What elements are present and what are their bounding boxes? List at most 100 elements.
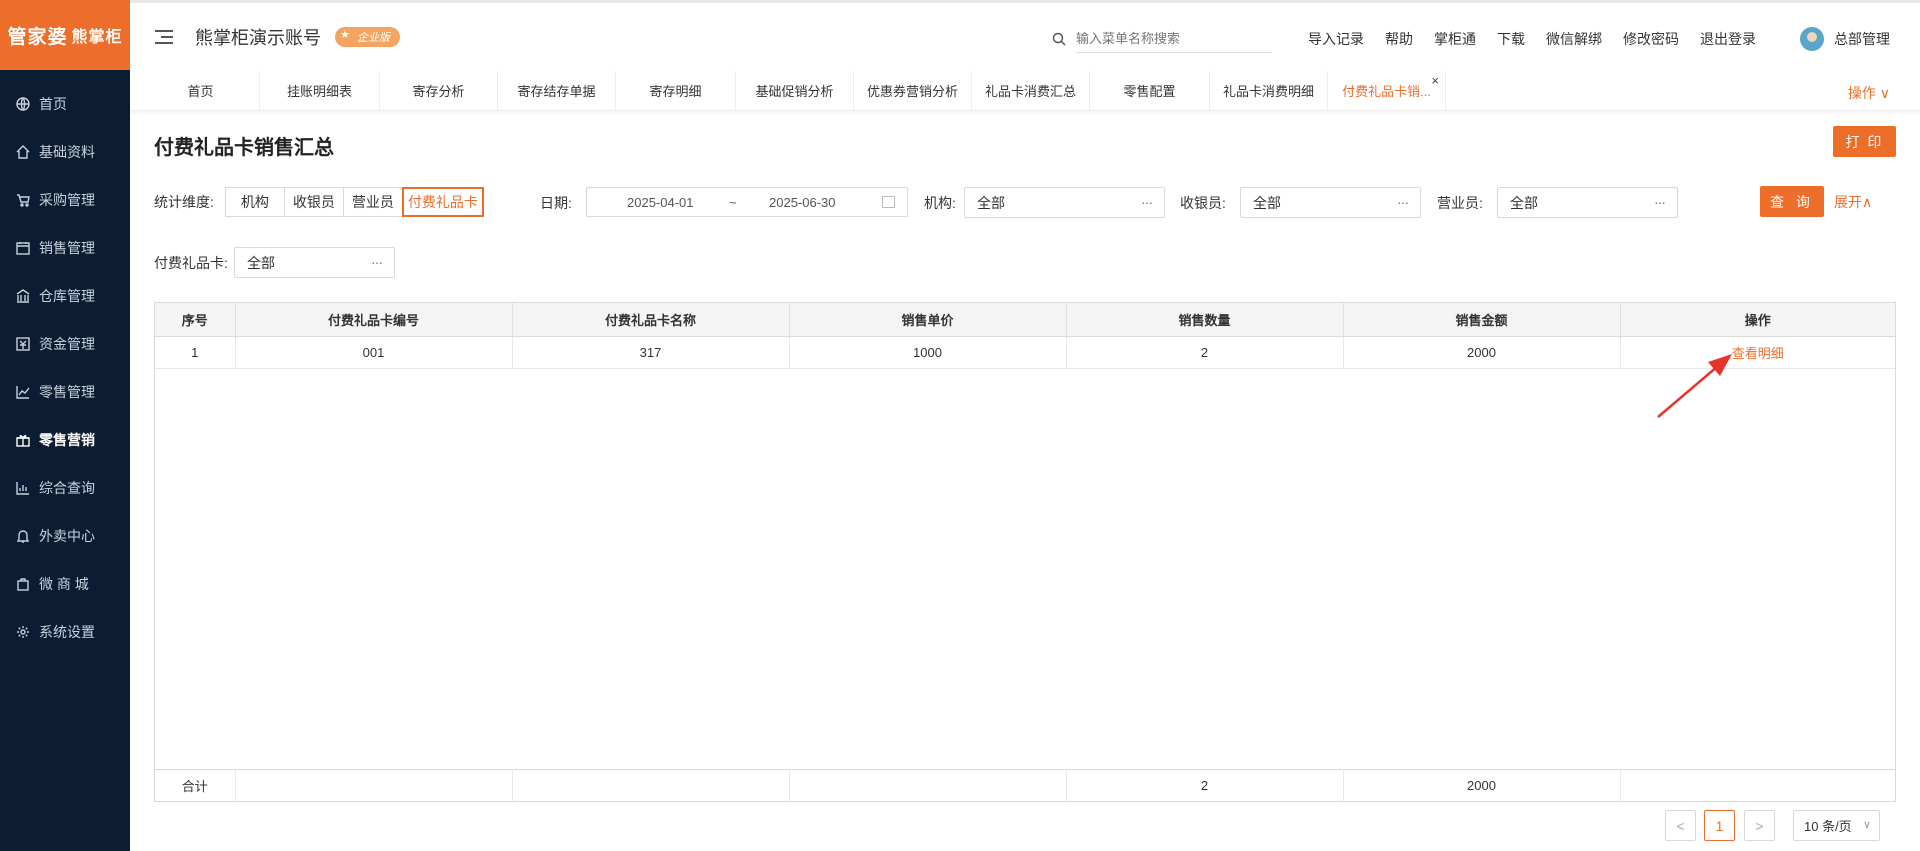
cashier-select[interactable]: 全部 ··· <box>1240 187 1421 218</box>
cell-price: 1000 <box>789 336 1067 369</box>
tab-label: 付费礼品卡销... <box>1342 84 1431 99</box>
gift-icon <box>16 433 30 447</box>
data-table-grid: 序号 付费礼品卡编号 付费礼品卡名称 销售单价 销售数量 销售金额 操作 1 0… <box>155 303 1895 369</box>
logout-link[interactable]: 退出登录 <box>1700 29 1756 49</box>
menu-toggle-icon[interactable] <box>155 29 173 44</box>
page-size-value: 10 条/页 <box>1804 819 1852 834</box>
page-1-button[interactable]: 1 <box>1704 810 1735 841</box>
sidebar-item-home[interactable]: 首页 <box>0 80 130 128</box>
import-records-link[interactable]: 导入记录 <box>1308 29 1364 49</box>
gear-icon <box>16 625 30 639</box>
menu-search-input[interactable] <box>1076 25 1272 53</box>
tab-label: 寄存结存单据 <box>517 84 596 99</box>
sidebar-item-label: 基础资料 <box>39 144 95 160</box>
close-icon[interactable]: × <box>1431 73 1439 88</box>
app-title: 熊掌柜演示账号 <box>195 27 321 48</box>
sidebar-item-funds[interactable]: 资金管理 <box>0 320 130 368</box>
tab-credit-detail[interactable]: 挂账明细表 <box>260 71 380 110</box>
tab-giftcard-consumption-detail[interactable]: 礼品卡消费明细 <box>1210 71 1328 110</box>
sidebar-item-settings[interactable]: 系统设置 <box>0 608 130 656</box>
dimension-segmented-control: 机构 收银员 营业员 付费礼品卡 <box>224 187 484 217</box>
date-range-picker[interactable]: 2025-04-01 ~ 2025-06-30 <box>586 187 908 217</box>
page-title: 付费礼品卡销售汇总 <box>154 137 334 159</box>
table-header-row: 序号 付费礼品卡编号 付费礼品卡名称 销售单价 销售数量 销售金额 操作 <box>155 303 1895 337</box>
sidebar-item-micro-mall[interactable]: 微 商 城 <box>0 560 130 608</box>
sidebar-item-delivery[interactable]: 外卖中心 <box>0 512 130 560</box>
column-header-amount[interactable]: 销售金额 <box>1343 303 1621 337</box>
next-page-button[interactable]: > <box>1744 810 1775 841</box>
dimension-filter: 统计维度: 机构 收银员 营业员 付费礼品卡 <box>154 187 484 217</box>
page-tabs: 首页 挂账明细表 寄存分析 寄存结存单据 寄存明细 基础促销分析 优惠券营销分析… <box>130 71 1920 111</box>
giftcard-select[interactable]: 全部 ··· <box>234 247 395 278</box>
column-header-name[interactable]: 付费礼品卡名称 <box>512 303 790 337</box>
date-end: 2025-06-30 <box>769 194 836 210</box>
logo-sub-text: 熊掌柜 <box>71 29 123 46</box>
tab-deposit-balance[interactable]: 寄存结存单据 <box>498 71 616 110</box>
tab-retail-config[interactable]: 零售配置 <box>1090 71 1210 110</box>
org-select[interactable]: 全部 ··· <box>964 187 1165 218</box>
sidebar-item-purchase[interactable]: 采购管理 <box>0 176 130 224</box>
page-size-select[interactable]: 10 条/页 ∨ <box>1793 810 1880 841</box>
sidebar-item-label: 微 商 城 <box>39 576 89 592</box>
bell-icon <box>16 529 30 543</box>
tab-label: 礼品卡消费汇总 <box>984 84 1076 99</box>
query-button[interactable]: 查 询 <box>1760 186 1824 217</box>
more-dots-icon: ··· <box>371 254 383 270</box>
cell-name: 317 <box>512 336 790 369</box>
sidebar-item-sales[interactable]: 销售管理 <box>0 224 130 272</box>
clerk-select[interactable]: 全部 ··· <box>1497 187 1678 218</box>
expand-toggle[interactable]: 展开∧ <box>1834 192 1872 212</box>
cell-code: 001 <box>235 336 513 369</box>
date-start: 2025-04-01 <box>627 194 694 210</box>
dimension-option-giftcard[interactable]: 付费礼品卡 <box>401 187 484 217</box>
tab-coupon-analysis[interactable]: 优惠券营销分析 <box>854 71 972 110</box>
sidebar-item-retail-marketing[interactable]: 零售营销 <box>0 416 130 464</box>
giftcard-label: 付费礼品卡: <box>154 255 228 271</box>
zhanggui-tong-link[interactable]: 掌柜通 <box>1434 29 1476 49</box>
column-header-code[interactable]: 付费礼品卡编号 <box>235 303 513 337</box>
tab-label: 礼品卡消费明细 <box>1222 84 1314 99</box>
tab-label: 首页 <box>187 84 214 99</box>
sidebar-item-query[interactable]: 综合查询 <box>0 464 130 512</box>
summary-empty-cell <box>235 768 513 801</box>
sidebar-item-label: 综合查询 <box>39 480 95 496</box>
column-header-qty[interactable]: 销售数量 <box>1066 303 1344 337</box>
dimension-option-clerk[interactable]: 营业员 <box>342 187 403 217</box>
sidebar-item-basic-data[interactable]: 基础资料 <box>0 128 130 176</box>
avatar <box>1800 27 1824 51</box>
logo-text: 管家婆 <box>7 26 68 48</box>
change-password-link[interactable]: 修改密码 <box>1623 29 1679 49</box>
dimension-option-org[interactable]: 机构 <box>224 187 285 217</box>
tab-deposit-detail[interactable]: 寄存明细 <box>616 71 736 110</box>
chevron-down-icon: ∨ <box>1862 819 1871 831</box>
summary-row-table: 合计 2 2000 <box>155 768 1895 801</box>
search-icon <box>1052 32 1066 46</box>
tab-home[interactable]: 首页 <box>142 71 260 110</box>
more-dots-icon: ··· <box>1397 194 1409 210</box>
summary-empty-cell <box>789 768 1067 801</box>
tab-promotion-analysis[interactable]: 基础促销分析 <box>736 71 854 110</box>
user-menu[interactable]: 总部管理 <box>1800 27 1890 51</box>
tab-paid-giftcard-sales[interactable]: 付费礼品卡销... × <box>1328 71 1446 110</box>
chart-icon <box>16 385 30 399</box>
column-header-index[interactable]: 序号 <box>155 303 236 337</box>
tab-deposit-analysis[interactable]: 寄存分析 <box>380 71 498 110</box>
sidebar-item-retail[interactable]: 零售管理 <box>0 368 130 416</box>
cell-qty: 2 <box>1066 336 1344 369</box>
tab-giftcard-consumption-summary[interactable]: 礼品卡消费汇总 <box>972 71 1090 110</box>
help-link[interactable]: 帮助 <box>1385 29 1413 49</box>
menu-search <box>1052 25 1272 53</box>
download-link[interactable]: 下载 <box>1497 29 1525 49</box>
prev-page-button[interactable]: < <box>1665 810 1696 841</box>
clerk-label: 营业员: <box>1437 195 1483 211</box>
summary-empty-cell <box>1620 768 1895 801</box>
dimension-option-cashier[interactable]: 收银员 <box>283 187 344 217</box>
sidebar-item-label: 首页 <box>39 96 67 112</box>
brand-logo[interactable]: 管家婆 熊掌柜 <box>0 0 130 70</box>
wechat-unbind-link[interactable]: 微信解绑 <box>1546 29 1602 49</box>
print-button[interactable]: 打 印 <box>1833 126 1896 157</box>
column-header-price[interactable]: 销售单价 <box>789 303 1067 337</box>
tab-label: 寄存明细 <box>649 84 702 99</box>
sidebar-item-warehouse[interactable]: 仓库管理 <box>0 272 130 320</box>
tab-operations-menu[interactable]: 操作 ∨ <box>1848 83 1890 103</box>
